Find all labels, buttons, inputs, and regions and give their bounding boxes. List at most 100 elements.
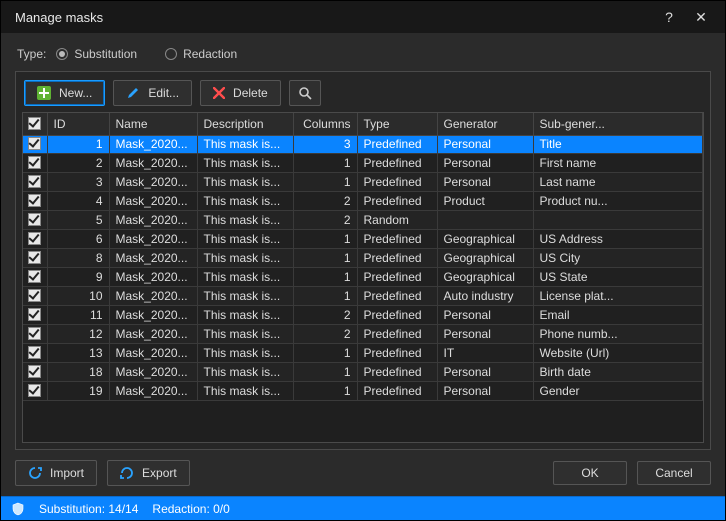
cell-subgenerator: Email: [533, 306, 703, 325]
row-checkbox[interactable]: [28, 270, 41, 283]
table-row[interactable]: 1Mask_2020...This mask is...3PredefinedP…: [23, 136, 703, 154]
table-row[interactable]: 8Mask_2020...This mask is...1PredefinedG…: [23, 249, 703, 268]
delete-button[interactable]: Delete: [200, 80, 281, 106]
cell-name: Mask_2020...: [109, 325, 197, 344]
export-icon: [120, 466, 134, 480]
cell-type: Predefined: [357, 344, 437, 363]
cell-type: Predefined: [357, 192, 437, 211]
cell-name: Mask_2020...: [109, 382, 197, 401]
cell-columns: 1: [293, 268, 357, 287]
import-button[interactable]: Import: [15, 460, 97, 486]
cell-subgenerator: Last name: [533, 173, 703, 192]
close-button[interactable]: ✕: [685, 1, 717, 33]
radio-redaction[interactable]: Redaction: [165, 47, 237, 61]
table-row[interactable]: 12Mask_2020...This mask is...2Predefined…: [23, 325, 703, 344]
row-checkbox[interactable]: [28, 384, 41, 397]
cell-id: 5: [47, 211, 109, 230]
cell-type: Predefined: [357, 287, 437, 306]
table-row[interactable]: 4Mask_2020...This mask is...2PredefinedP…: [23, 192, 703, 211]
row-checkbox[interactable]: [28, 156, 41, 169]
header-id[interactable]: ID: [47, 113, 109, 135]
row-checkbox[interactable]: [28, 232, 41, 245]
cell-type: Predefined: [357, 249, 437, 268]
cell-generator: Personal: [437, 382, 533, 401]
content-area: Type: Substitution Redaction New...: [1, 33, 725, 450]
export-button-label: Export: [142, 466, 177, 480]
help-button[interactable]: ?: [653, 1, 685, 33]
cell-subgenerator: Title: [533, 136, 703, 154]
cell-name: Mask_2020...: [109, 192, 197, 211]
toolbar: New... Edit... Delete: [22, 78, 704, 112]
cell-id: 3: [47, 173, 109, 192]
header-subgenerator[interactable]: Sub-gener...: [533, 113, 703, 135]
table-row[interactable]: 13Mask_2020...This mask is...1Predefined…: [23, 344, 703, 363]
cell-subgenerator: License plat...: [533, 287, 703, 306]
delete-button-label: Delete: [233, 86, 268, 100]
cell-subgenerator: US State: [533, 268, 703, 287]
row-checkbox[interactable]: [28, 137, 41, 150]
cell-generator: Geographical: [437, 268, 533, 287]
edit-button[interactable]: Edit...: [113, 80, 192, 106]
row-checkbox[interactable]: [28, 289, 41, 302]
row-checkbox[interactable]: [28, 308, 41, 321]
row-checkbox[interactable]: [28, 194, 41, 207]
cell-columns: 1: [293, 382, 357, 401]
cell-generator: Geographical: [437, 249, 533, 268]
new-button[interactable]: New...: [24, 80, 105, 106]
radio-redaction-label: Redaction: [183, 47, 237, 61]
table-row[interactable]: 18Mask_2020...This mask is...1Predefined…: [23, 363, 703, 382]
cell-columns: 3: [293, 136, 357, 154]
table-row[interactable]: 6Mask_2020...This mask is...1PredefinedG…: [23, 230, 703, 249]
radio-substitution[interactable]: Substitution: [56, 47, 137, 61]
cell-id: 9: [47, 268, 109, 287]
cell-description: This mask is...: [197, 211, 293, 230]
row-checkbox[interactable]: [28, 365, 41, 378]
cancel-button[interactable]: Cancel: [637, 461, 711, 485]
import-icon: [28, 466, 42, 480]
cell-name: Mask_2020...: [109, 211, 197, 230]
table-row[interactable]: 10Mask_2020...This mask is...1Predefined…: [23, 287, 703, 306]
table-row[interactable]: 3Mask_2020...This mask is...1PredefinedP…: [23, 173, 703, 192]
table-row[interactable]: 19Mask_2020...This mask is...1Predefined…: [23, 382, 703, 401]
cell-subgenerator: [533, 211, 703, 230]
radio-icon: [165, 48, 177, 60]
cell-generator: [437, 211, 533, 230]
cell-description: This mask is...: [197, 306, 293, 325]
search-icon: [298, 86, 312, 100]
cell-name: Mask_2020...: [109, 268, 197, 287]
row-checkbox[interactable]: [28, 327, 41, 340]
cell-generator: Personal: [437, 306, 533, 325]
cell-name: Mask_2020...: [109, 173, 197, 192]
cell-description: This mask is...: [197, 363, 293, 382]
ok-button[interactable]: OK: [553, 461, 627, 485]
header-type[interactable]: Type: [357, 113, 437, 135]
search-button[interactable]: [289, 80, 321, 106]
header-name[interactable]: Name: [109, 113, 197, 135]
cell-type: Predefined: [357, 268, 437, 287]
cell-description: This mask is...: [197, 136, 293, 154]
header-generator[interactable]: Generator: [437, 113, 533, 135]
row-checkbox[interactable]: [28, 213, 41, 226]
table-row[interactable]: 5Mask_2020...This mask is...2Random: [23, 211, 703, 230]
table-row[interactable]: 9Mask_2020...This mask is...1PredefinedG…: [23, 268, 703, 287]
cell-description: This mask is...: [197, 154, 293, 173]
cell-id: 1: [47, 136, 109, 154]
grid-body[interactable]: 1Mask_2020...This mask is...3PredefinedP…: [23, 136, 703, 443]
cell-name: Mask_2020...: [109, 344, 197, 363]
grid: ID Name Description Columns Type Generat…: [22, 112, 704, 443]
cell-type: Random: [357, 211, 437, 230]
cell-id: 10: [47, 287, 109, 306]
row-checkbox[interactable]: [28, 346, 41, 359]
export-button[interactable]: Export: [107, 460, 190, 486]
header-columns[interactable]: Columns: [293, 113, 357, 135]
cell-generator: IT: [437, 344, 533, 363]
cell-id: 18: [47, 363, 109, 382]
row-checkbox[interactable]: [28, 175, 41, 188]
header-description[interactable]: Description: [197, 113, 293, 135]
table-row[interactable]: 11Mask_2020...This mask is...2Predefined…: [23, 306, 703, 325]
header-checkbox[interactable]: [23, 113, 47, 135]
cell-subgenerator: Website (Url): [533, 344, 703, 363]
close-icon: ✕: [695, 9, 707, 26]
table-row[interactable]: 2Mask_2020...This mask is...1PredefinedP…: [23, 154, 703, 173]
row-checkbox[interactable]: [28, 251, 41, 264]
